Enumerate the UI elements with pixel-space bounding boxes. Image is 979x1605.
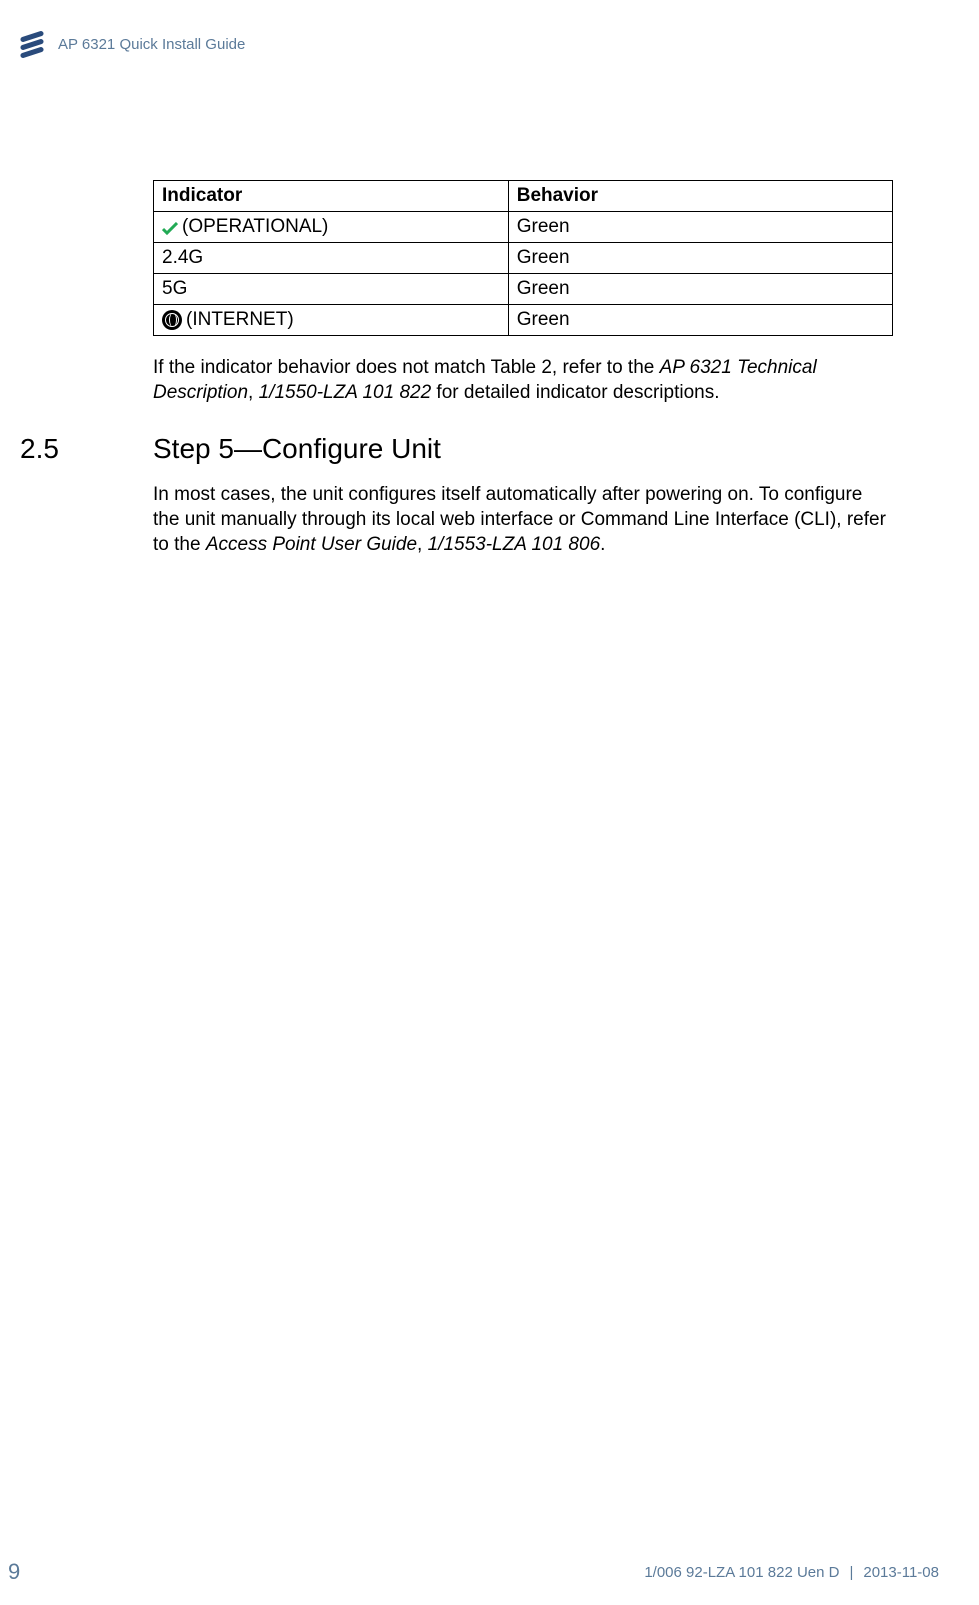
text: .	[600, 534, 605, 555]
col-header-indicator: Indicator	[154, 181, 509, 212]
footer-docid: 1/006 92-LZA 101 822 Uen D	[644, 1564, 839, 1581]
header-title: AP 6321 Quick Install Guide	[58, 36, 245, 53]
page-header: AP 6321 Quick Install Guide	[18, 30, 245, 58]
text: ,	[417, 534, 428, 555]
cell-indicator: 2.4G	[154, 243, 509, 274]
table-row: 5G Green	[154, 274, 893, 305]
section-number: 2.5	[20, 433, 153, 465]
cell-indicator: 5G	[154, 274, 509, 305]
main-content: Indicator Behavior (OPERATIONAL) Green 2…	[153, 180, 893, 585]
table-row: (INTERNET) Green	[154, 305, 893, 336]
indicator-table: Indicator Behavior (OPERATIONAL) Green 2…	[153, 180, 893, 336]
cell-indicator: (OPERATIONAL)	[154, 212, 509, 243]
text: If the indicator behavior does not match…	[153, 357, 660, 378]
globe-icon	[162, 310, 182, 330]
col-header-behavior: Behavior	[508, 181, 892, 212]
text: ,	[248, 382, 259, 403]
table-row: (OPERATIONAL) Green	[154, 212, 893, 243]
page-footer: 9 1/006 92-LZA 101 822 Uen D | 2013-11-0…	[0, 1559, 939, 1585]
table-header-row: Indicator Behavior	[154, 181, 893, 212]
cell-behavior: Green	[508, 305, 892, 336]
cell-behavior: Green	[508, 274, 892, 305]
page-number: 9	[0, 1559, 20, 1585]
footer-date: 2013-11-08	[863, 1564, 939, 1581]
table-row: 2.4G Green	[154, 243, 893, 274]
cell-text: (OPERATIONAL)	[182, 216, 328, 238]
cell-text: (INTERNET)	[186, 309, 294, 331]
ericsson-logo-icon	[18, 30, 46, 58]
cell-behavior: Green	[508, 243, 892, 274]
cell-behavior: Green	[508, 212, 892, 243]
text: for detailed indicator descriptions.	[431, 382, 719, 403]
section-heading-row: 2.5 Step 5—Configure Unit	[20, 433, 893, 465]
doc-number-italic: 1/1553-LZA 101 806	[428, 534, 601, 555]
section-title: Step 5—Configure Unit	[153, 433, 441, 465]
checkmark-icon	[162, 220, 178, 234]
footer-right: 1/006 92-LZA 101 822 Uen D | 2013-11-08	[644, 1564, 939, 1581]
paragraph-body: In most cases, the unit configures itsel…	[153, 483, 893, 557]
footer-separator: |	[849, 1564, 853, 1581]
doc-title-italic: Access Point User Guide	[206, 534, 417, 555]
cell-indicator: (INTERNET)	[154, 305, 509, 336]
doc-number-italic: 1/1550-LZA 101 822	[259, 382, 432, 403]
paragraph-note: If the indicator behavior does not match…	[153, 356, 893, 405]
